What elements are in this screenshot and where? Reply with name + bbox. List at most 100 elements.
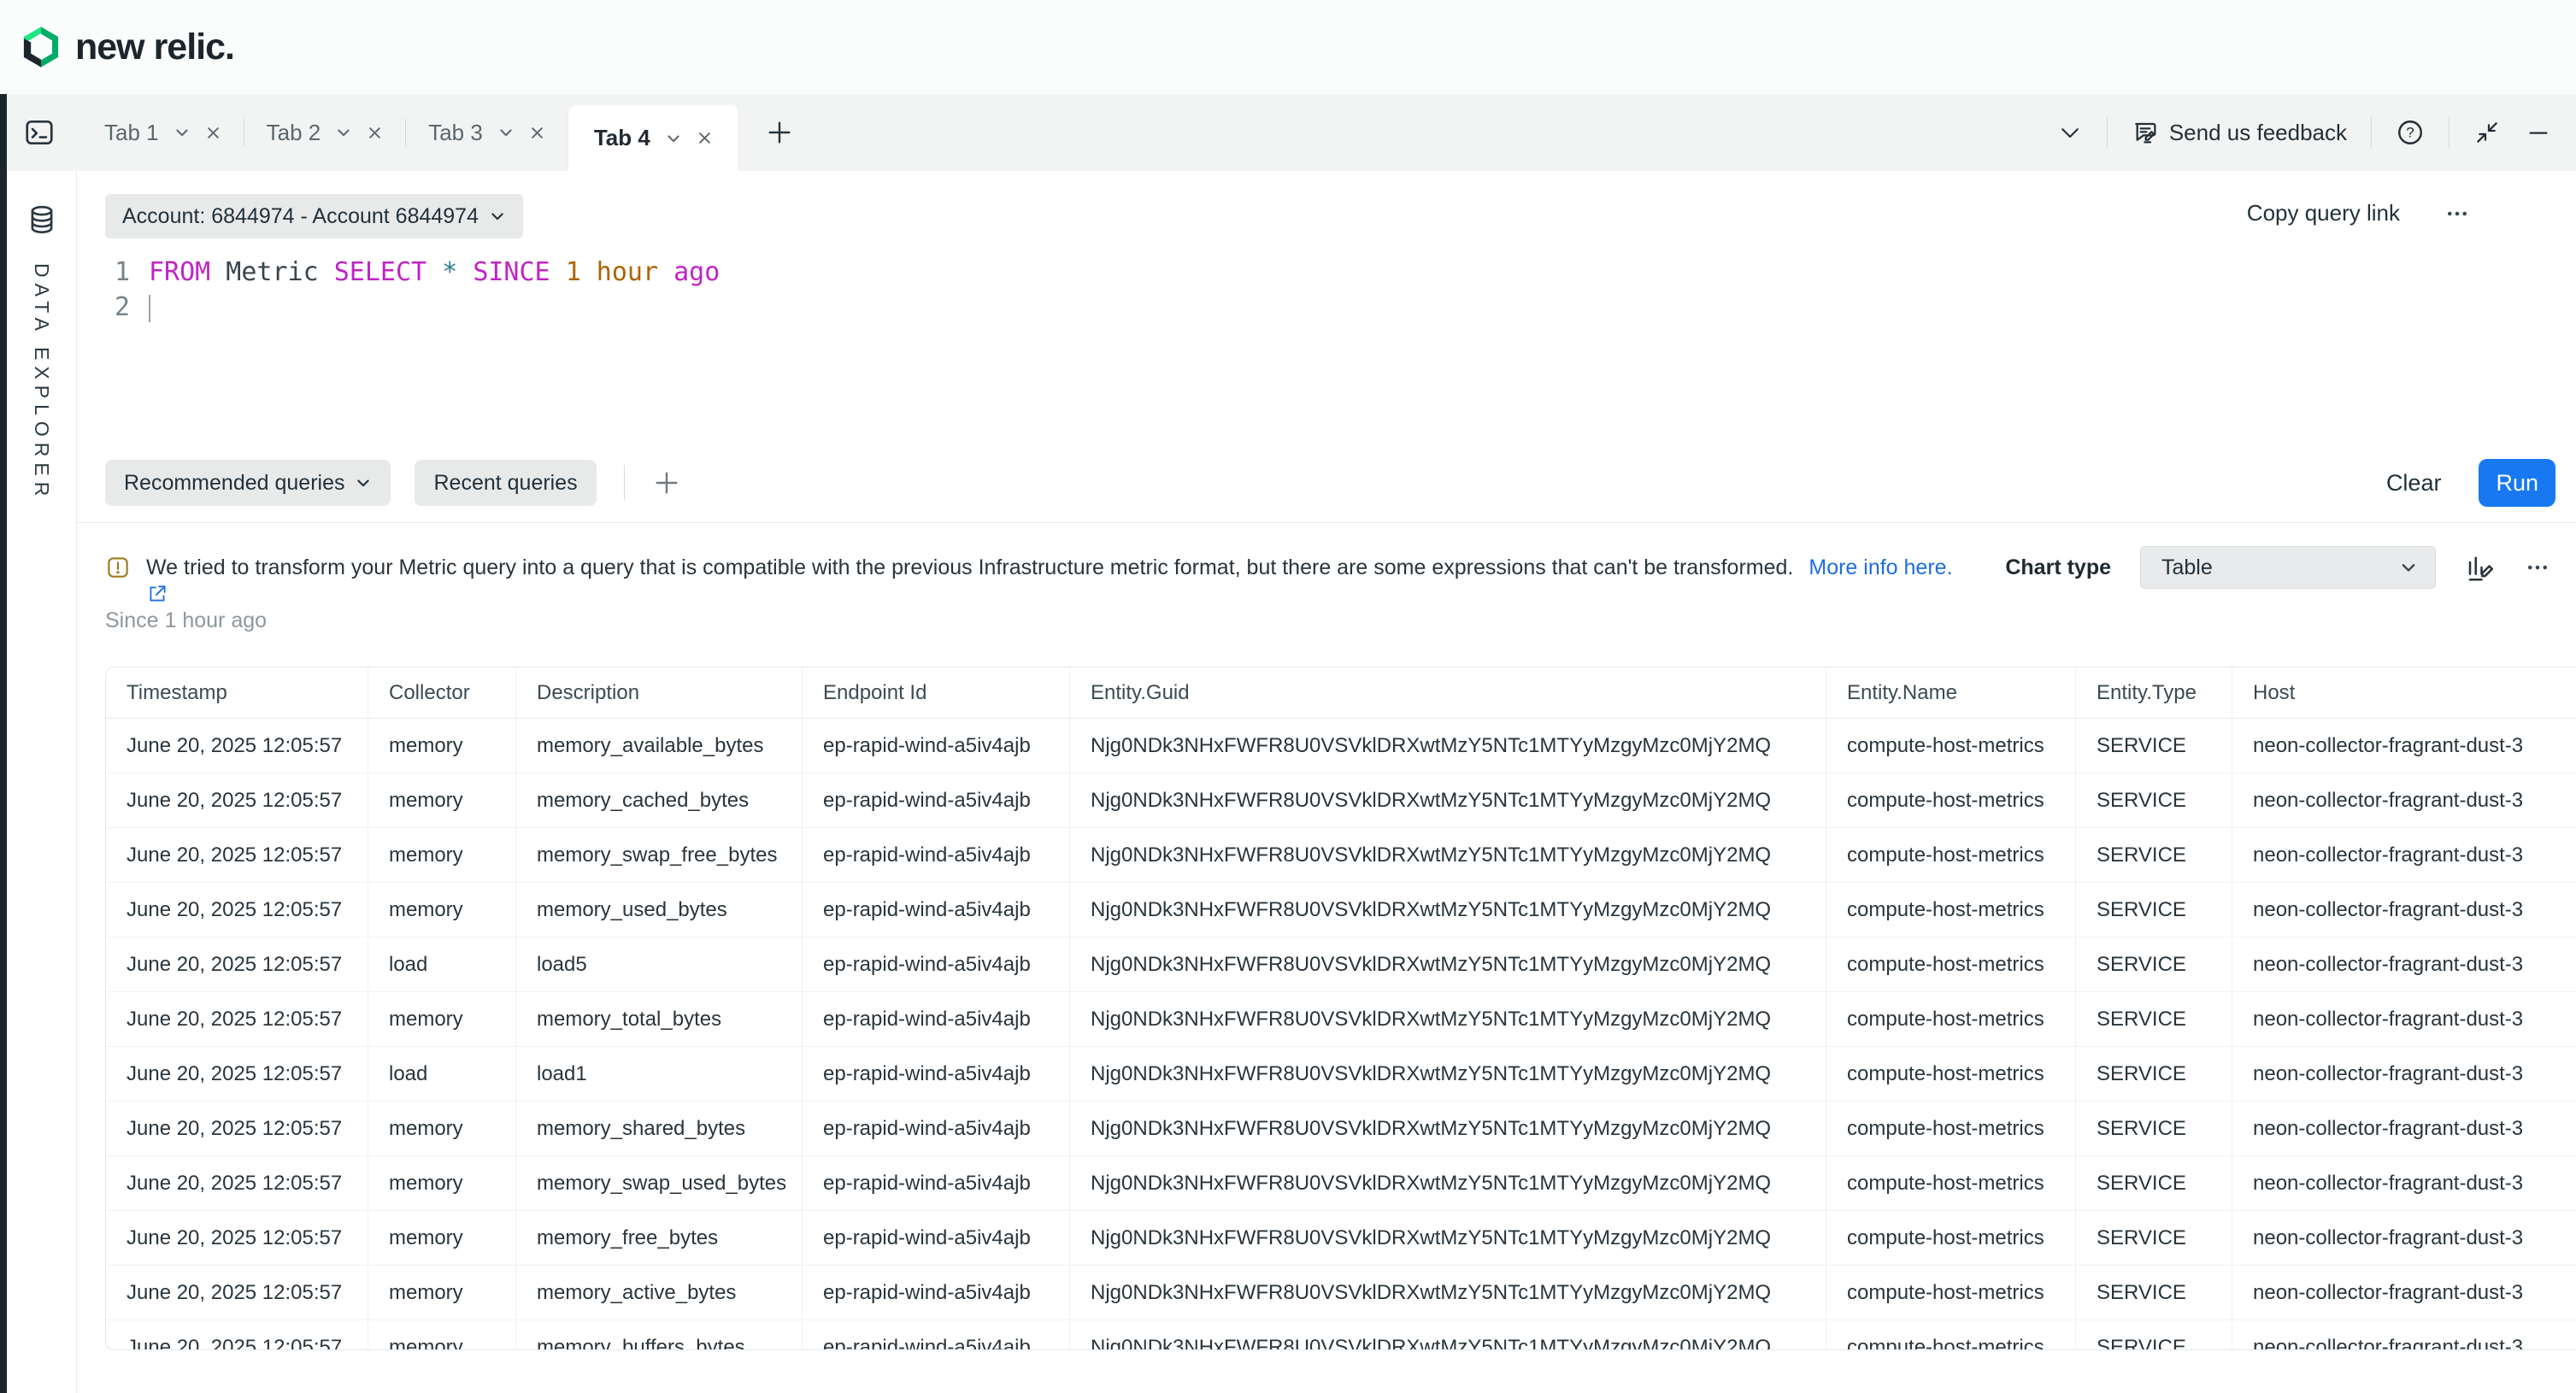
table-cell: memory	[368, 1156, 515, 1210]
table-row[interactable]: June 20, 2025 12:05:57loadload5ep-rapid-…	[106, 937, 2576, 992]
tab-menu-chevron-icon[interactable]	[335, 124, 352, 141]
brand-wordmark: new relic.	[75, 26, 234, 68]
table-cell: ep-rapid-wind-a5iv4ajb	[802, 1156, 1069, 1210]
column-header[interactable]: Description	[515, 667, 802, 718]
chart-more-menu-icon[interactable]	[2525, 555, 2550, 580]
query-more-menu-icon[interactable]	[2444, 201, 2470, 226]
recommended-queries-button[interactable]: Recommended queries	[105, 460, 391, 506]
chart-controls: Chart type Table	[2005, 545, 2550, 590]
tab-menu-chevron-icon[interactable]	[173, 124, 191, 141]
table-row[interactable]: June 20, 2025 12:05:57memorymemory_free_…	[106, 1211, 2576, 1266]
table-cell: compute-host-metrics	[1826, 1211, 2075, 1265]
tab-close-icon[interactable]	[697, 130, 713, 146]
column-header[interactable]: Host	[2232, 667, 2576, 718]
chart-type-select[interactable]: Table	[2140, 546, 2436, 589]
edit-chart-icon[interactable]	[2465, 552, 2496, 583]
table-row[interactable]: June 20, 2025 12:05:57memorymemory_swap_…	[106, 1156, 2576, 1211]
app-header: new relic.	[0, 0, 2576, 94]
warning-icon	[105, 555, 131, 580]
table-row[interactable]: June 20, 2025 12:05:57memorymemory_total…	[106, 992, 2576, 1047]
table-row[interactable]: June 20, 2025 12:05:57memorymemory_share…	[106, 1102, 2576, 1156]
tab-label: Tab 2	[267, 120, 321, 146]
collapse-icon[interactable]	[2473, 119, 2501, 146]
table-row[interactable]: June 20, 2025 12:05:57memorymemory_activ…	[106, 1266, 2576, 1320]
table-row[interactable]: June 20, 2025 12:05:57memorymemory_avail…	[106, 719, 2576, 773]
divider	[624, 465, 625, 501]
table-cell: neon-collector-fragrant-dust-3	[2232, 1211, 2576, 1265]
table-cell: compute-host-metrics	[1826, 1156, 2075, 1210]
recent-queries-button[interactable]: Recent queries	[415, 460, 596, 506]
table-cell: neon-collector-fragrant-dust-3	[2232, 1047, 2576, 1101]
code-token: SINCE	[473, 257, 550, 287]
table-row[interactable]: June 20, 2025 12:05:57memorymemory_buffe…	[106, 1320, 2576, 1350]
tab-overflow-chevron-icon[interactable]	[2057, 120, 2083, 145]
table-cell: memory	[368, 992, 515, 1046]
table-row[interactable]: June 20, 2025 12:05:57loadload1ep-rapid-…	[106, 1047, 2576, 1102]
table-row[interactable]: June 20, 2025 12:05:57memorymemory_used_…	[106, 883, 2576, 937]
table-cell: compute-host-metrics	[1826, 828, 2075, 882]
table-cell: compute-host-metrics	[1826, 1047, 2075, 1101]
tab-close-icon[interactable]	[367, 125, 383, 141]
table-cell: SERVICE	[2075, 937, 2232, 991]
table-cell: memory_shared_bytes	[515, 1102, 802, 1155]
table-cell: ep-rapid-wind-a5iv4ajb	[802, 937, 1069, 991]
tab[interactable]: Tab 1	[82, 94, 244, 171]
tab[interactable]: Tab 4	[568, 105, 739, 171]
column-header[interactable]: Endpoint Id	[802, 667, 1069, 718]
code-text[interactable]	[149, 292, 150, 322]
table-cell: SERVICE	[2075, 1047, 2232, 1101]
since-label: Since 1 hour ago	[105, 608, 267, 633]
tab[interactable]: Tab 3	[406, 94, 568, 171]
results-table: TimestampCollectorDescriptionEndpoint Id…	[105, 667, 2576, 1350]
data-explorer-rail[interactable]: DATA EXPLORER	[7, 171, 77, 1393]
tab-bar-controls: Send us feedback ?	[2057, 94, 2552, 171]
table-cell: memory	[368, 1266, 515, 1320]
table-cell: ep-rapid-wind-a5iv4ajb	[802, 883, 1069, 937]
table-cell: Njg0NDk3NHxFWFR8U0VSVklDRXwtMzY5NTc1MTYy…	[1069, 828, 1826, 882]
table-cell: load1	[515, 1047, 802, 1101]
query-builder-panel: Account: 6844974 - Account 6844974 Copy …	[77, 171, 2576, 1393]
table-row[interactable]: June 20, 2025 12:05:57memorymemory_cache…	[106, 773, 2576, 828]
nrql-editor[interactable]: 1FROM Metric SELECT * SINCE 1 hour ago2	[77, 255, 720, 325]
tab[interactable]: Tab 2	[244, 94, 406, 171]
chevron-down-icon	[355, 474, 372, 491]
database-icon[interactable]	[26, 203, 58, 236]
send-feedback-button[interactable]: Send us feedback	[2132, 119, 2347, 146]
console-icon[interactable]	[23, 116, 56, 149]
code-line[interactable]: 2	[77, 290, 720, 325]
table-cell: ep-rapid-wind-a5iv4ajb	[802, 1320, 1069, 1350]
help-icon[interactable]: ?	[2396, 118, 2425, 147]
copy-query-link-button[interactable]: Copy query link	[2247, 200, 2400, 226]
tab-menu-chevron-icon[interactable]	[497, 124, 515, 141]
table-row[interactable]: June 20, 2025 12:05:57memorymemory_swap_…	[106, 828, 2576, 883]
table-cell: memory_swap_used_bytes	[515, 1156, 802, 1210]
recommended-queries-label: Recommended queries	[124, 471, 344, 496]
minimize-icon[interactable]	[2525, 119, 2552, 146]
table-cell: ep-rapid-wind-a5iv4ajb	[802, 1102, 1069, 1155]
external-link-icon[interactable]	[146, 583, 168, 605]
code-text[interactable]: FROM Metric SELECT * SINCE 1 hour ago	[149, 257, 720, 287]
new-relic-logo-icon	[21, 25, 62, 69]
run-button[interactable]: Run	[2479, 459, 2555, 507]
tab-label: Tab 4	[594, 125, 650, 151]
column-header[interactable]: Entity.Name	[1826, 667, 2075, 718]
table-cell: compute-host-metrics	[1826, 1102, 2075, 1155]
new-tab-button[interactable]	[765, 118, 794, 147]
column-header[interactable]: Timestamp	[106, 667, 368, 718]
account-selector[interactable]: Account: 6844974 - Account 6844974	[105, 194, 523, 238]
tab-close-icon[interactable]	[205, 125, 221, 141]
column-header[interactable]: Entity.Type	[2075, 667, 2232, 718]
more-info-link[interactable]: More info here.	[1808, 555, 1952, 580]
column-header[interactable]: Collector	[368, 667, 515, 718]
column-header[interactable]: Entity.Guid	[1069, 667, 1826, 718]
table-cell: June 20, 2025 12:05:57	[106, 1320, 368, 1350]
tab-menu-chevron-icon[interactable]	[665, 130, 682, 147]
table-cell: memory	[368, 719, 515, 773]
code-line[interactable]: 1FROM Metric SELECT * SINCE 1 hour ago	[77, 255, 720, 290]
tab-close-icon[interactable]	[529, 125, 545, 141]
code-token	[426, 257, 442, 287]
clear-button[interactable]: Clear	[2386, 470, 2442, 497]
add-query-button[interactable]	[652, 468, 681, 497]
table-cell: June 20, 2025 12:05:57	[106, 828, 368, 882]
table-cell: SERVICE	[2075, 1156, 2232, 1210]
